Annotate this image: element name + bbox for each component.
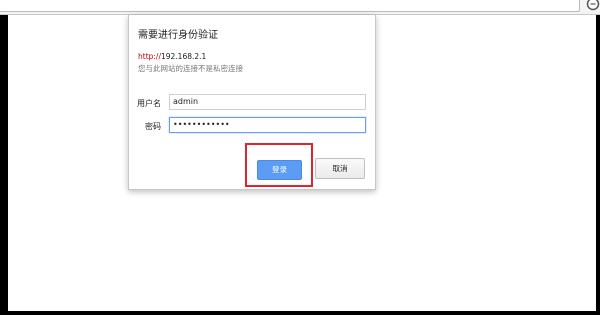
url-scheme: http://: [138, 52, 161, 61]
connection-warning: 您与此网站的连接不是私密连接: [138, 64, 243, 73]
dialog-url: http://192.168.2.1: [138, 52, 206, 61]
dialog-title: 需要进行身份验证: [138, 30, 218, 41]
cancel-button[interactable]: 取消: [315, 158, 365, 179]
auth-dialog: 需要进行身份验证 http://192.168.2.1 您与此网站的连接不是私密…: [128, 15, 376, 190]
menu-circle-icon[interactable]: [586, 0, 600, 11]
username-field[interactable]: admin: [169, 94, 366, 110]
username-label: 用户名: [137, 99, 161, 108]
address-bar[interactable]: [0, 0, 580, 12]
password-field[interactable]: ••••••••••••: [169, 117, 366, 133]
password-label: 密码: [145, 122, 161, 131]
browser-toolbar: [0, 0, 600, 15]
url-host: 192.168.2.1: [160, 52, 207, 61]
login-button[interactable]: 登录: [257, 160, 302, 180]
